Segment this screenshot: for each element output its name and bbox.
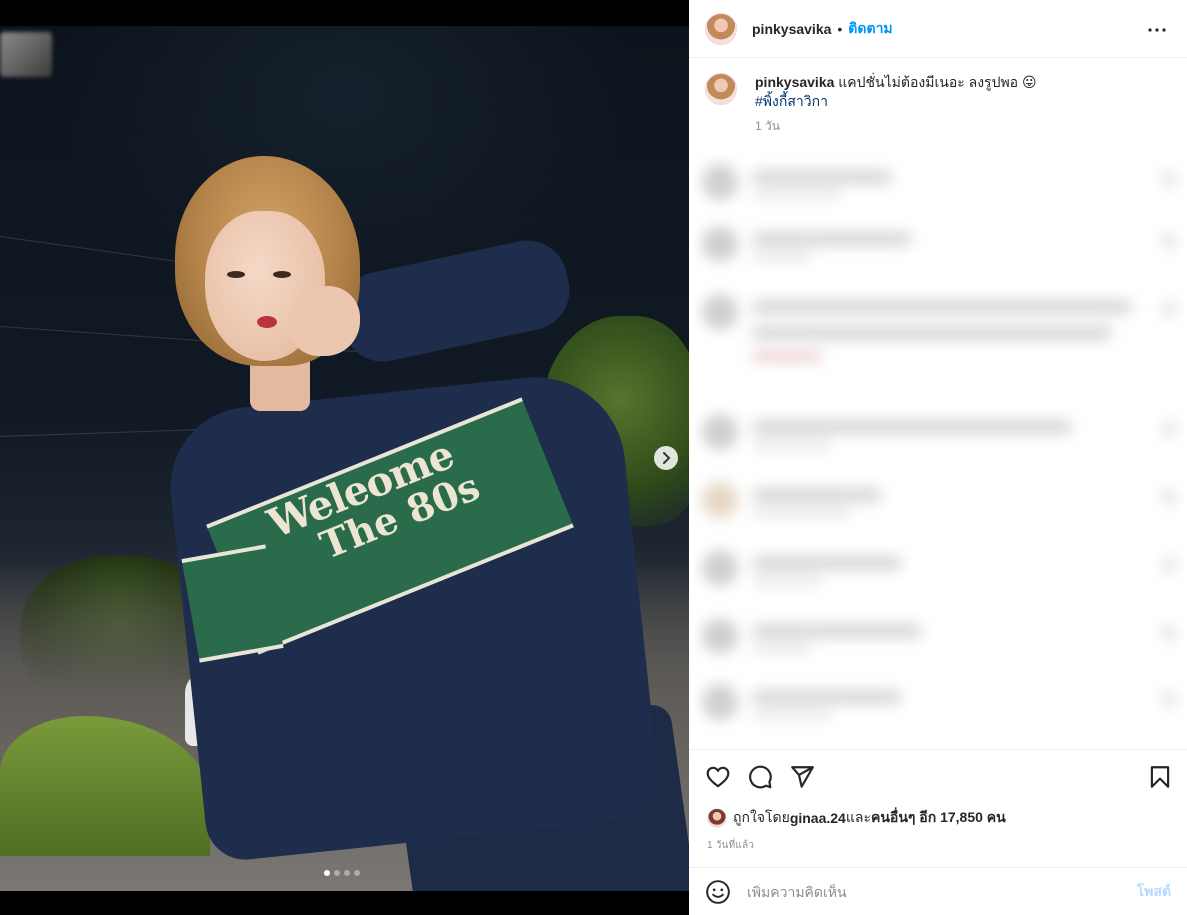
comment-input[interactable] xyxy=(747,883,1137,900)
blurred-comment xyxy=(694,538,1184,596)
eye xyxy=(227,271,245,278)
post-comment-button[interactable]: โพสต์ xyxy=(1137,881,1171,903)
header-separator: • xyxy=(837,20,843,37)
post-date[interactable]: 1 วันที่แล้ว xyxy=(707,838,754,853)
caption-username[interactable]: pinkysavika xyxy=(755,74,834,90)
likes-middle: และ xyxy=(845,809,871,825)
sweater-arm xyxy=(333,233,577,369)
blurred-comment xyxy=(694,470,1184,528)
more-horizontal-icon[interactable] xyxy=(1145,18,1169,42)
action-bar xyxy=(705,764,815,790)
hand xyxy=(290,286,360,356)
likes-summary: ถูกใจโดย ginaa.24 และ คนอื่นๆ อีก 17,850 … xyxy=(707,807,1006,829)
emoji-icon[interactable] xyxy=(705,879,731,905)
blurred-comment xyxy=(694,214,1184,272)
blurred-comment xyxy=(694,402,1184,460)
heart-icon[interactable] xyxy=(705,764,731,790)
liker-username[interactable]: ginaa.24 xyxy=(790,810,846,826)
post-sidebar: pinkysavika • ติดตาม pinkysavika แคปชั่น… xyxy=(689,0,1187,915)
liker-avatar[interactable] xyxy=(707,808,727,828)
post-header: pinkysavika • ติดตาม xyxy=(689,0,1187,58)
person: Weleome The 80s xyxy=(162,156,689,891)
send-icon[interactable] xyxy=(789,764,815,790)
post-photo[interactable]: Weleome The 80s xyxy=(0,26,689,891)
caption-avatar[interactable] xyxy=(705,73,737,105)
likes-prefix: ถูกใจโดย xyxy=(733,809,790,825)
post-media: Weleome The 80s xyxy=(0,0,689,915)
bookmark-icon[interactable] xyxy=(1147,764,1173,790)
lips xyxy=(257,316,277,328)
author-username[interactable]: pinkysavika xyxy=(752,21,831,37)
post-actions: ถูกใจโดย ginaa.24 และ คนอื่นๆ อีก 17,850 … xyxy=(689,749,1187,867)
likes-others-link[interactable]: คนอื่นๆ อีก 17,850 คน xyxy=(871,807,1006,829)
carousel-next-button[interactable] xyxy=(654,446,678,470)
blurred-comment xyxy=(694,606,1184,664)
sweater-sleeve-stripe xyxy=(181,544,284,663)
carousel-dot xyxy=(354,870,360,876)
follow-button[interactable]: ติดตาม xyxy=(848,18,892,40)
author-avatar[interactable] xyxy=(705,12,737,45)
chevron-right-icon xyxy=(663,452,671,464)
blurred-comment xyxy=(694,672,1184,730)
comment-icon[interactable] xyxy=(747,764,773,790)
blurred-comment xyxy=(694,282,1184,382)
caption-body: pinkysavika แคปชั่นไม่ต้องมีเนอะ ลงรูปพอ… xyxy=(755,73,1037,136)
eye xyxy=(273,271,291,278)
comments-list-blurred xyxy=(694,152,1184,737)
carousel-dot xyxy=(324,870,330,876)
carousel-indicator xyxy=(324,870,360,876)
post-caption: pinkysavika แคปชั่นไม่ต้องมีเนอะ ลงรูปพอ… xyxy=(689,58,1187,136)
caption-text: แคปชั่นไม่ต้องมีเนอะ ลงรูปพอ 😛 xyxy=(834,74,1037,90)
add-comment-bar: โพสต์ xyxy=(689,867,1187,915)
carousel-dot xyxy=(334,870,340,876)
carousel-dot xyxy=(344,870,350,876)
blurred-comment xyxy=(694,152,1184,210)
caption-hashtag[interactable]: #พิ้งกี้สาวิกา xyxy=(755,92,1037,111)
blurred-overlay xyxy=(0,32,52,77)
caption-time: 1 วัน xyxy=(755,119,780,133)
